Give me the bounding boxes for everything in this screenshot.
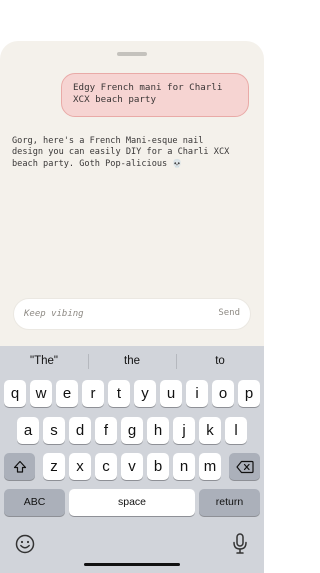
key-j[interactable]: j [173,417,195,444]
emoji-button[interactable] [14,533,36,555]
key-l[interactable]: l [225,417,247,444]
delete-key[interactable] [229,453,260,480]
space-key[interactable]: space [69,489,195,516]
suggestion-bar: "The" the to [0,346,264,377]
chat-sheet: Edgy French mani for Charli XCX beach pa… [0,41,264,346]
key-o[interactable]: o [212,380,234,407]
key-k[interactable]: k [199,417,221,444]
key-m[interactable]: m [199,453,221,480]
user-message-bubble: Edgy French mani for Charli XCX beach pa… [61,73,249,117]
user-message-line: Edgy French mani for Charli [73,82,223,93]
sheet-grabber[interactable] [117,52,147,56]
key-w[interactable]: w [30,380,52,407]
key-v[interactable]: v [121,453,143,480]
key-f[interactable]: f [95,417,117,444]
key-p[interactable]: p [238,380,260,407]
assistant-message-text: beach party. Goth Pop-alicious [12,159,168,169]
shift-icon [13,460,26,473]
key-d[interactable]: d [69,417,91,444]
suggestion-1[interactable]: "The" [0,346,88,377]
key-r[interactable]: r [82,380,104,407]
assistant-message-line: beach party. Goth Pop-alicious 💀 [12,158,258,170]
key-i[interactable]: i [186,380,208,407]
key-a[interactable]: a [17,417,39,444]
suggestion-2[interactable]: the [88,346,176,377]
key-u[interactable]: u [160,380,182,407]
return-key[interactable]: return [199,489,260,516]
key-b[interactable]: b [147,453,169,480]
assistant-message-line: Gorg, here's a French Mani-esque nail [12,136,204,146]
key-c[interactable]: c [95,453,117,480]
microphone-icon [233,533,247,554]
shift-key[interactable] [4,453,35,480]
key-t[interactable]: t [108,380,130,407]
assistant-message: Gorg, here's a French Mani-esque nail de… [12,136,258,170]
key-e[interactable]: e [56,380,78,407]
abc-key[interactable]: ABC [4,489,65,516]
key-h[interactable]: h [147,417,169,444]
dictation-button[interactable] [230,532,250,556]
key-z[interactable]: z [43,453,65,480]
key-y[interactable]: y [134,380,156,407]
key-x[interactable]: x [69,453,91,480]
key-q[interactable]: q [4,380,26,407]
key-g[interactable]: g [121,417,143,444]
skull-emoji: 💀 [172,159,183,168]
keyboard: "The" the to q w e r t y u i o p a s d f… [0,346,264,573]
home-indicator[interactable] [84,563,180,566]
backspace-icon [235,460,254,473]
message-composer: Send [13,298,251,330]
assistant-message-line: design you can easily DIY for a Charli X… [12,147,230,157]
message-input[interactable] [24,299,184,329]
suggestion-3[interactable]: to [176,346,264,377]
send-button[interactable]: Send [218,308,240,318]
key-n[interactable]: n [173,453,195,480]
key-s[interactable]: s [43,417,65,444]
user-message-line: XCX beach party [73,94,156,105]
emoji-icon [15,534,35,554]
